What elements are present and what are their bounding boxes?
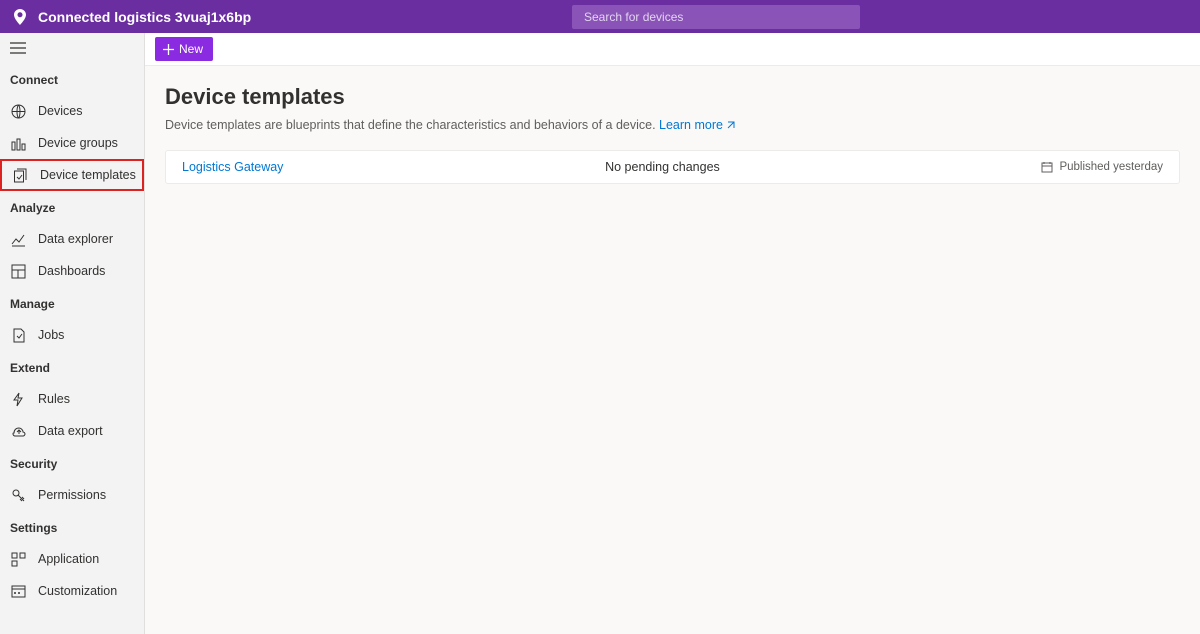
sidebar-item-data-explorer[interactable]: Data explorer bbox=[0, 223, 144, 255]
page-title: Device templates bbox=[165, 84, 1180, 110]
external-link-icon bbox=[725, 120, 736, 131]
section-security: Security bbox=[0, 447, 144, 479]
sidebar-item-jobs[interactable]: Jobs bbox=[0, 319, 144, 351]
sidebar-item-dashboards[interactable]: Dashboards bbox=[0, 255, 144, 287]
template-name-link[interactable]: Logistics Gateway bbox=[182, 160, 283, 174]
sidebar-item-data-export[interactable]: Data export bbox=[0, 415, 144, 447]
sidebar-item-device-templates[interactable]: Device templates bbox=[0, 159, 144, 191]
nav-label: Customization bbox=[38, 584, 117, 598]
section-extend: Extend bbox=[0, 351, 144, 383]
sidebar-item-device-groups[interactable]: Device groups bbox=[0, 127, 144, 159]
device-templates-icon bbox=[12, 167, 28, 183]
template-published: Published yesterday bbox=[1041, 161, 1163, 173]
application-icon bbox=[10, 551, 26, 567]
jobs-icon bbox=[10, 327, 26, 343]
nav-label: Jobs bbox=[38, 328, 64, 342]
new-button-label: New bbox=[179, 42, 203, 56]
sidebar-item-rules[interactable]: Rules bbox=[0, 383, 144, 415]
section-settings: Settings bbox=[0, 511, 144, 543]
location-icon bbox=[14, 9, 26, 25]
nav-label: Data export bbox=[38, 424, 103, 438]
sidebar: Connect Devices Device groups Device tem… bbox=[0, 33, 145, 634]
section-connect: Connect bbox=[0, 63, 144, 95]
template-row[interactable]: Logistics Gateway No pending changes Pub… bbox=[165, 150, 1180, 184]
page-desc-text: Device templates are blueprints that def… bbox=[165, 118, 659, 132]
published-text: Published yesterday bbox=[1059, 161, 1163, 173]
sidebar-item-permissions[interactable]: Permissions bbox=[0, 479, 144, 511]
plus-icon bbox=[163, 44, 174, 55]
section-analyze: Analyze bbox=[0, 191, 144, 223]
template-status: No pending changes bbox=[283, 160, 1041, 174]
nav-label: Data explorer bbox=[38, 232, 113, 246]
sidebar-item-application[interactable]: Application bbox=[0, 543, 144, 575]
app-title: Connected logistics 3vuaj1x6bp bbox=[38, 9, 251, 25]
hamburger-button[interactable] bbox=[0, 33, 144, 63]
nav-label: Dashboards bbox=[38, 264, 105, 278]
permissions-icon bbox=[10, 487, 26, 503]
device-groups-icon bbox=[10, 135, 26, 151]
sidebar-item-devices[interactable]: Devices bbox=[0, 95, 144, 127]
data-export-icon bbox=[10, 423, 26, 439]
search-wrap bbox=[572, 5, 860, 29]
nav-label: Permissions bbox=[38, 488, 106, 502]
top-header: Connected logistics 3vuaj1x6bp bbox=[0, 0, 1200, 33]
learn-more-link[interactable]: Learn more bbox=[659, 118, 736, 132]
nav-label: Rules bbox=[38, 392, 70, 406]
section-manage: Manage bbox=[0, 287, 144, 319]
nav-label: Device groups bbox=[38, 136, 118, 150]
main-area: New Device templates Device templates ar… bbox=[145, 33, 1200, 634]
rules-icon bbox=[10, 391, 26, 407]
nav-label: Devices bbox=[38, 104, 82, 118]
dashboards-icon bbox=[10, 263, 26, 279]
sidebar-item-customization[interactable]: Customization bbox=[0, 575, 144, 607]
calendar-icon bbox=[1041, 161, 1053, 173]
devices-icon bbox=[10, 103, 26, 119]
nav-label: Device templates bbox=[40, 168, 136, 182]
page-description: Device templates are blueprints that def… bbox=[165, 118, 1180, 132]
search-input[interactable] bbox=[572, 5, 860, 29]
customization-icon bbox=[10, 583, 26, 599]
new-button[interactable]: New bbox=[155, 37, 213, 61]
toolbar: New bbox=[145, 33, 1200, 66]
data-explorer-icon bbox=[10, 231, 26, 247]
nav-label: Application bbox=[38, 552, 99, 566]
